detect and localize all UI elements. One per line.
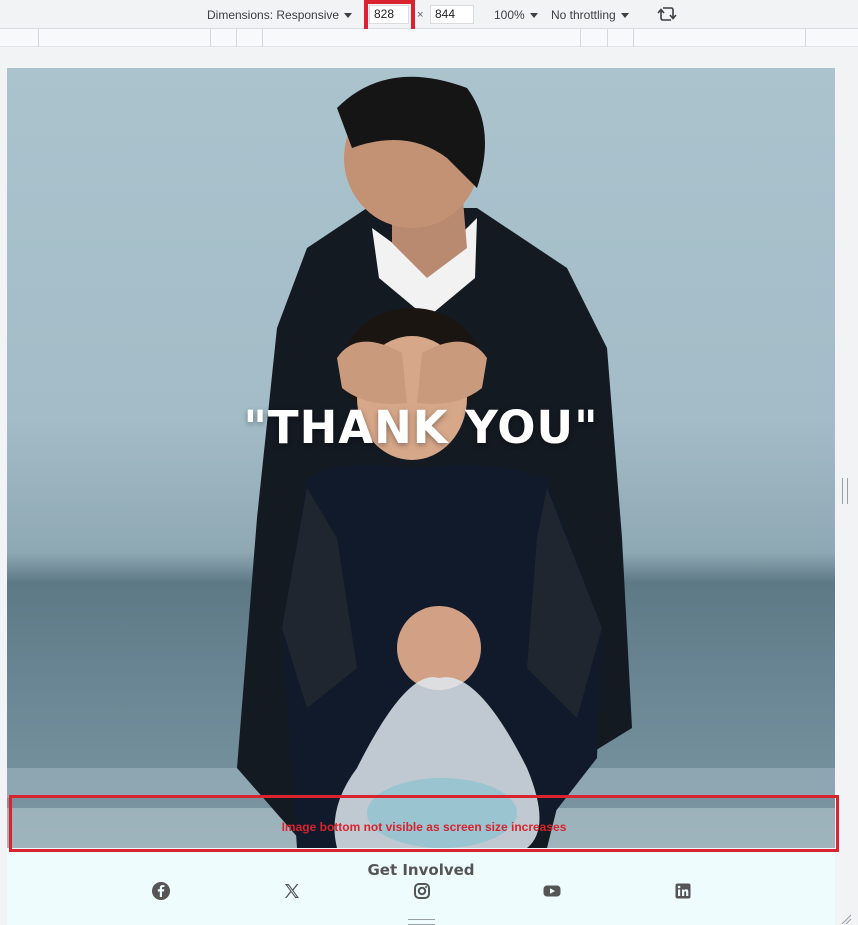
times-sign: × xyxy=(417,9,424,21)
youtube-icon[interactable] xyxy=(542,881,562,901)
dimensions-dropdown[interactable]: Dimensions: Responsive xyxy=(207,7,353,23)
footer-title: Get Involved xyxy=(367,861,475,879)
chevron-down-icon xyxy=(344,12,353,18)
chevron-down-icon xyxy=(529,12,538,18)
hero-image: "THANK YOU" xyxy=(7,68,835,848)
height-input[interactable]: 844 xyxy=(430,5,474,24)
ruler-tick xyxy=(262,29,263,47)
devtools-toolbar: Dimensions: Responsive 828 × 844 100% No… xyxy=(0,0,858,34)
annotation-text: Image bottom not visible as screen size … xyxy=(281,820,567,834)
hero-title: "THANK YOU" xyxy=(243,401,599,454)
facebook-icon[interactable] xyxy=(151,881,171,901)
ruler-tick xyxy=(580,29,581,47)
footer: Get Involved xyxy=(7,848,835,925)
ruler-tick xyxy=(210,29,211,47)
chevron-down-icon xyxy=(620,12,629,18)
corner-resize-handle[interactable] xyxy=(840,913,852,925)
zoom-label: 100% xyxy=(494,8,525,22)
ruler-tick xyxy=(38,29,39,47)
ruler-tick xyxy=(607,29,608,47)
right-resize-handle[interactable] xyxy=(842,478,848,504)
throttling-dropdown[interactable]: No throttling xyxy=(551,7,629,23)
dimensions-label: Dimensions: Responsive xyxy=(207,8,340,22)
ruler-tick xyxy=(633,29,634,47)
ruler-tick xyxy=(236,29,237,47)
throttling-label: No throttling xyxy=(551,8,616,22)
rotate-icon[interactable] xyxy=(657,4,677,24)
x-icon[interactable] xyxy=(282,881,302,901)
bottom-resize-handle[interactable] xyxy=(408,919,435,925)
ruler-tick xyxy=(805,29,806,47)
zoom-dropdown[interactable]: 100% xyxy=(494,7,538,23)
hero-photo xyxy=(7,76,835,848)
linkedin-icon[interactable] xyxy=(673,881,693,901)
instagram-icon[interactable] xyxy=(412,881,432,901)
media-query-ruler xyxy=(0,29,858,47)
